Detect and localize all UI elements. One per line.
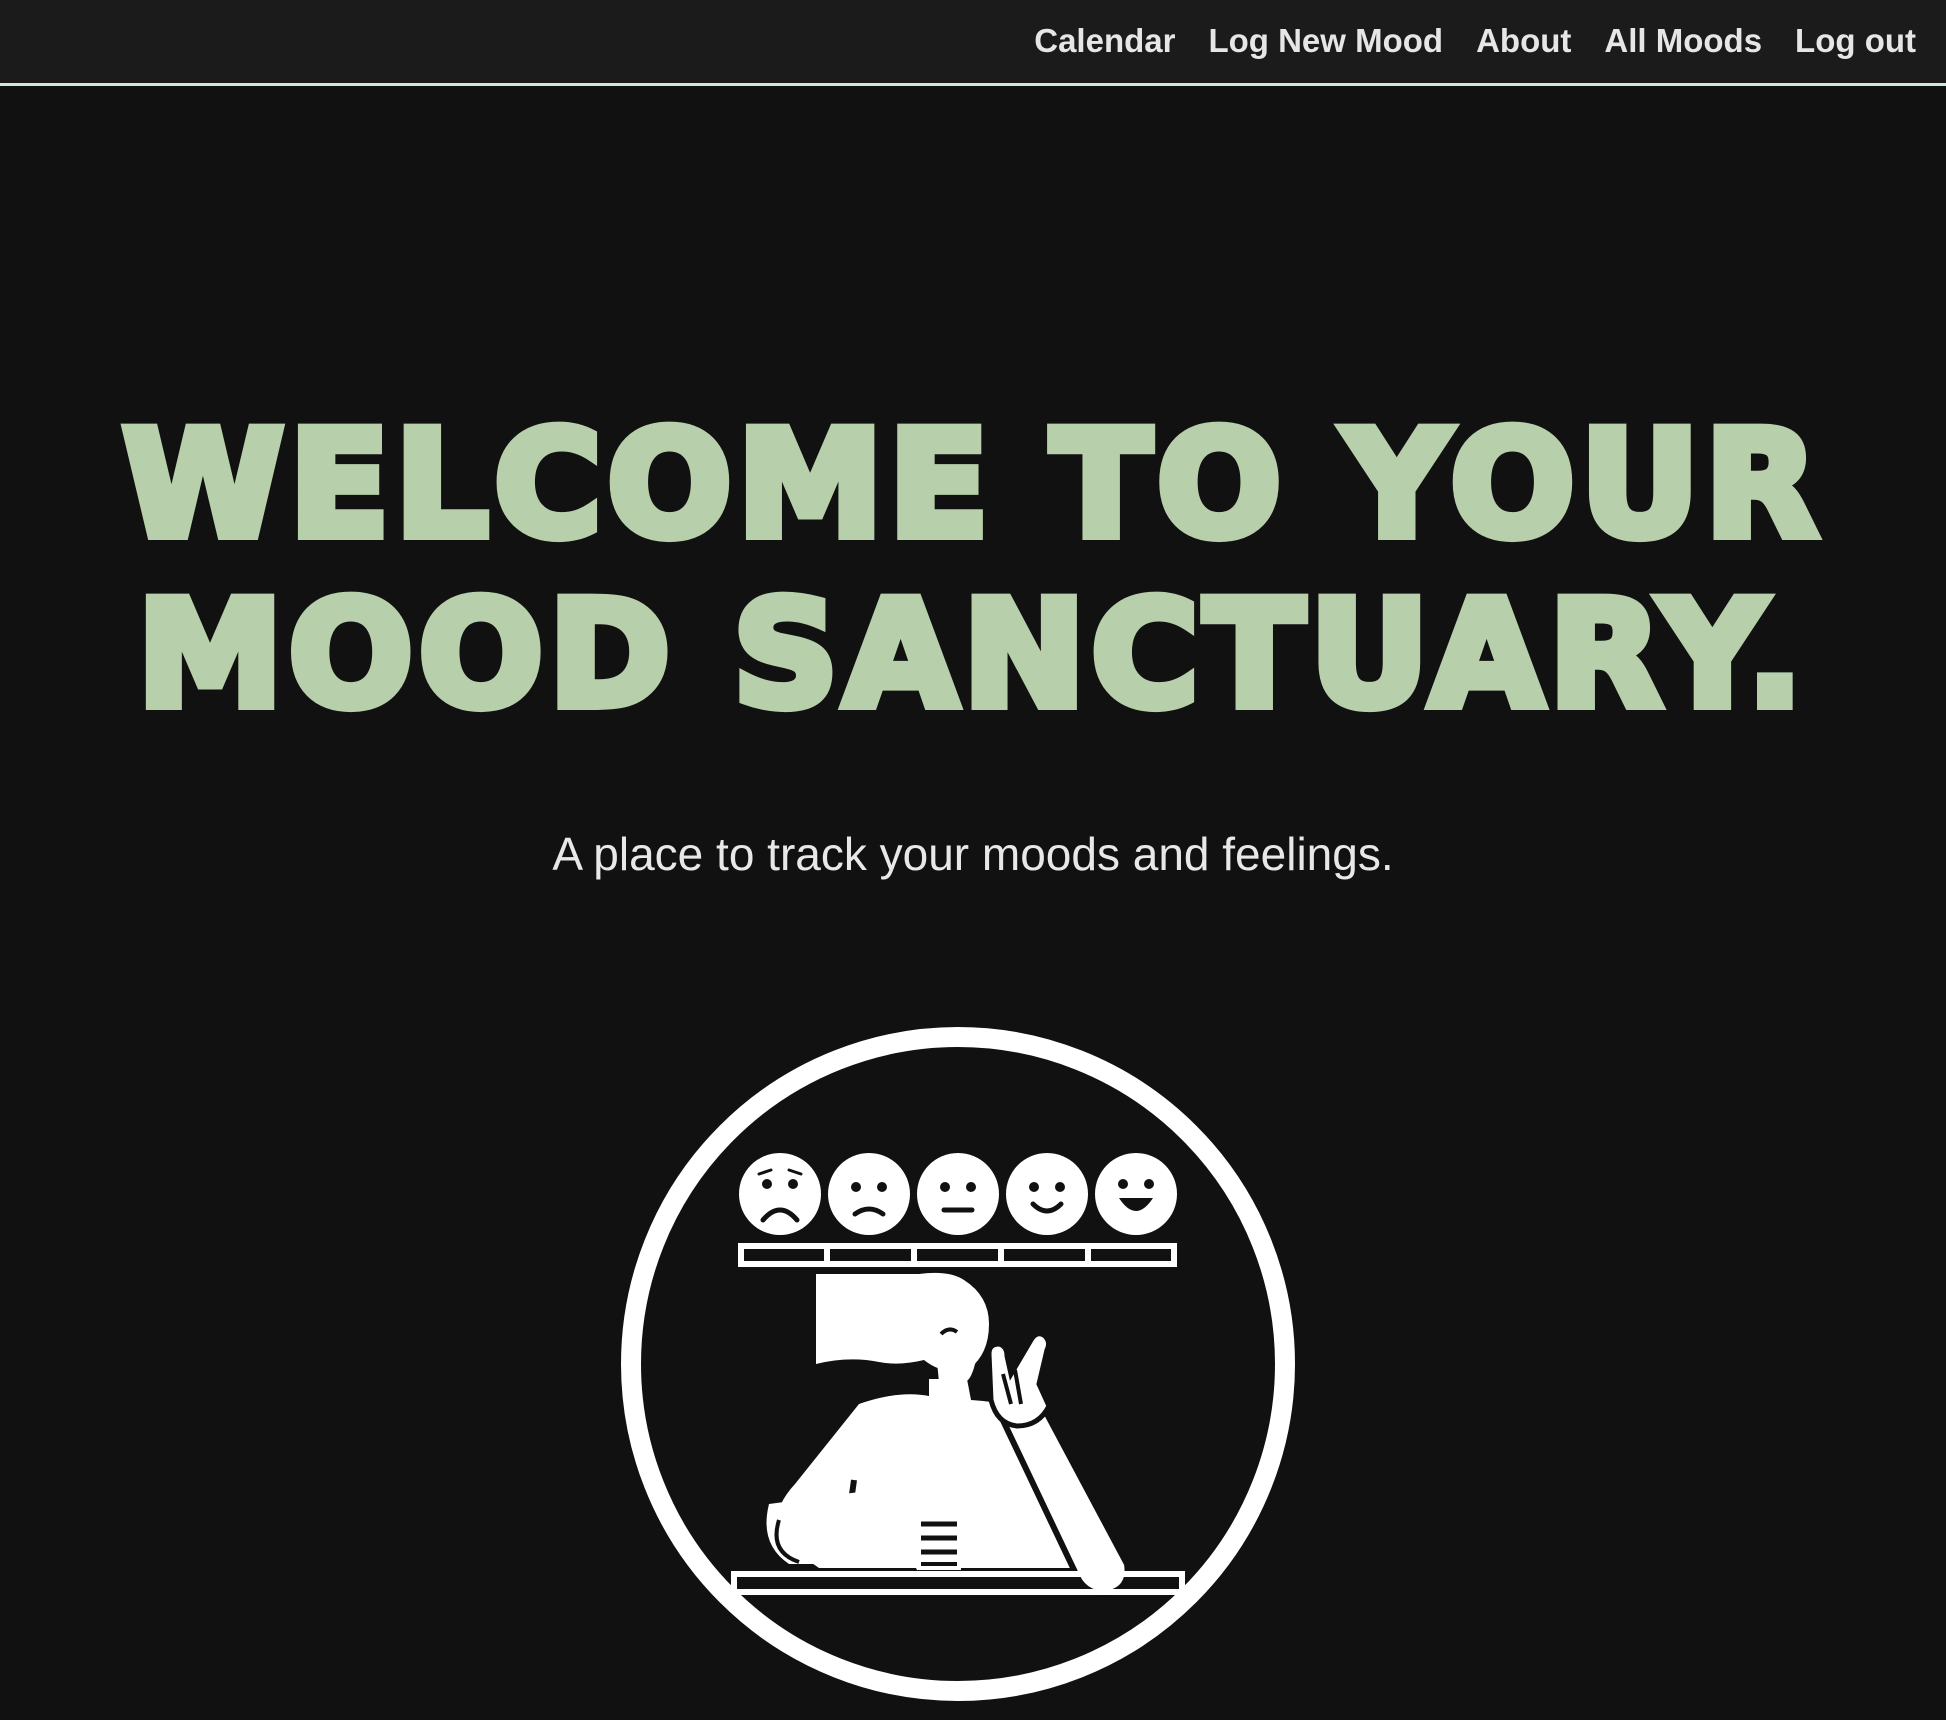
nav-link-about[interactable]: About (1476, 22, 1571, 60)
very-sad-face-icon (739, 1153, 821, 1235)
mood-tracking-person-icon (621, 1027, 1295, 1701)
hero-subtitle: A place to track your moods and feelings… (552, 828, 1394, 880)
nav-link-all-moods[interactable]: All Moods (1604, 22, 1762, 60)
sad-face-icon (828, 1153, 910, 1235)
nav-link-log-new-mood[interactable]: Log New Mood (1208, 22, 1443, 60)
very-happy-face-icon (1095, 1153, 1177, 1235)
mood-scale-bar (738, 1243, 1177, 1267)
neutral-face-icon (917, 1153, 999, 1235)
happy-face-icon (1006, 1153, 1088, 1235)
top-navbar: Calendar Log New Mood About All Moods Lo… (0, 0, 1946, 86)
nav-link-calendar[interactable]: Calendar (1034, 22, 1175, 60)
person-figure-icon (766, 1272, 1131, 1598)
hero-title-line1: WELCOME TO YOUR (117, 395, 1824, 575)
hero-title: WELCOME TO YOUR MOOD SANCTUARY. (0, 395, 1946, 745)
hero-title-line2: MOOD SANCTUARY. (132, 565, 1809, 745)
nav-link-log-out[interactable]: Log out (1795, 22, 1916, 60)
nav-links: Calendar Log New Mood About All Moods Lo… (1034, 0, 1916, 82)
